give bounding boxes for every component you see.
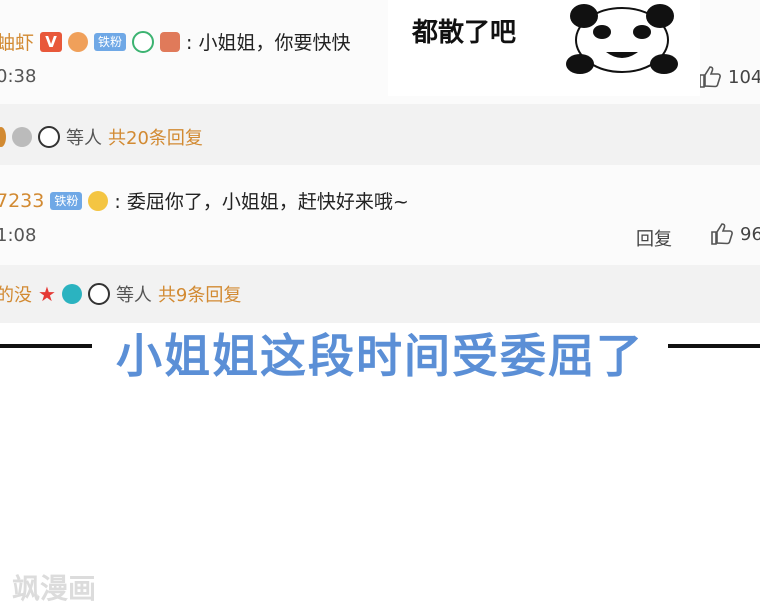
reply-summary[interactable]: 的没 ★ 等人 共9条回复	[0, 281, 241, 307]
ring-icon	[12, 127, 32, 147]
like-count: 104	[728, 66, 760, 88]
reply-summary[interactable]: 等人 共20条回复	[0, 124, 203, 150]
heart-shield-icon	[132, 30, 155, 53]
comment-time: 1:08	[0, 225, 37, 246]
thumbs-up-icon	[711, 223, 733, 245]
fan-badge: 铁粉	[50, 191, 83, 210]
username[interactable]: 7233	[0, 190, 44, 212]
panda-icon	[87, 283, 110, 305]
comment-item: 7233 铁粉 : 委屈你了，小姐姐，赶快好来哦~ 1:08 回复 96	[0, 165, 760, 265]
reply-summary-bar[interactable]: 等人 共20条回复	[0, 104, 760, 165]
meme-sticker: 都散了吧	[388, 0, 700, 96]
watermark: 飒漫画	[12, 572, 97, 605]
avatar-badge-icon	[68, 31, 89, 52]
star-icon: ★	[38, 282, 56, 306]
comment-time: 0:38	[0, 66, 37, 87]
fan-badge: 铁粉	[94, 32, 127, 51]
like-button[interactable]: 96	[710, 223, 760, 245]
panda-icon	[38, 126, 60, 148]
reply-summary-prefix: 等人	[115, 285, 152, 306]
username[interactable]: 蚰虾	[0, 28, 34, 55]
sticker-text: 都散了吧	[412, 18, 517, 48]
comment-text: : 委屈你了，小姐姐，赶快好来哦~	[114, 191, 409, 213]
reply-username[interactable]: 的没	[0, 281, 32, 307]
video-caption: 小姐姐这段时间受委屈了	[116, 329, 644, 383]
like-count: 96	[740, 223, 760, 245]
thumbs-up-icon	[699, 66, 721, 88]
reply-button[interactable]: 回复	[636, 225, 672, 251]
sunglasses-emoji-icon	[88, 190, 109, 211]
panda-face-icon	[566, 4, 678, 74]
emoji-icon	[160, 31, 181, 52]
reply-count-link[interactable]: 共20条回复	[108, 124, 203, 150]
verified-v-icon: V	[40, 31, 63, 52]
eye-icon	[61, 284, 82, 304]
comment-text: : 小姐姐，你要快快	[186, 32, 351, 54]
comment-header: 7233 铁粉 : 委屈你了，小姐姐，赶快好来哦~	[0, 187, 409, 214]
like-button[interactable]: 104	[698, 66, 760, 88]
reply-summary-prefix: 等人	[66, 128, 102, 149]
avatar-icon	[0, 127, 6, 147]
reply-summary-bar[interactable]: 的没 ★ 等人 共9条回复	[0, 265, 760, 323]
reply-count-link[interactable]: 共9条回复	[158, 281, 241, 307]
comment-header: 蚰虾 V 铁粉 : 小姐姐，你要快快	[0, 28, 350, 55]
